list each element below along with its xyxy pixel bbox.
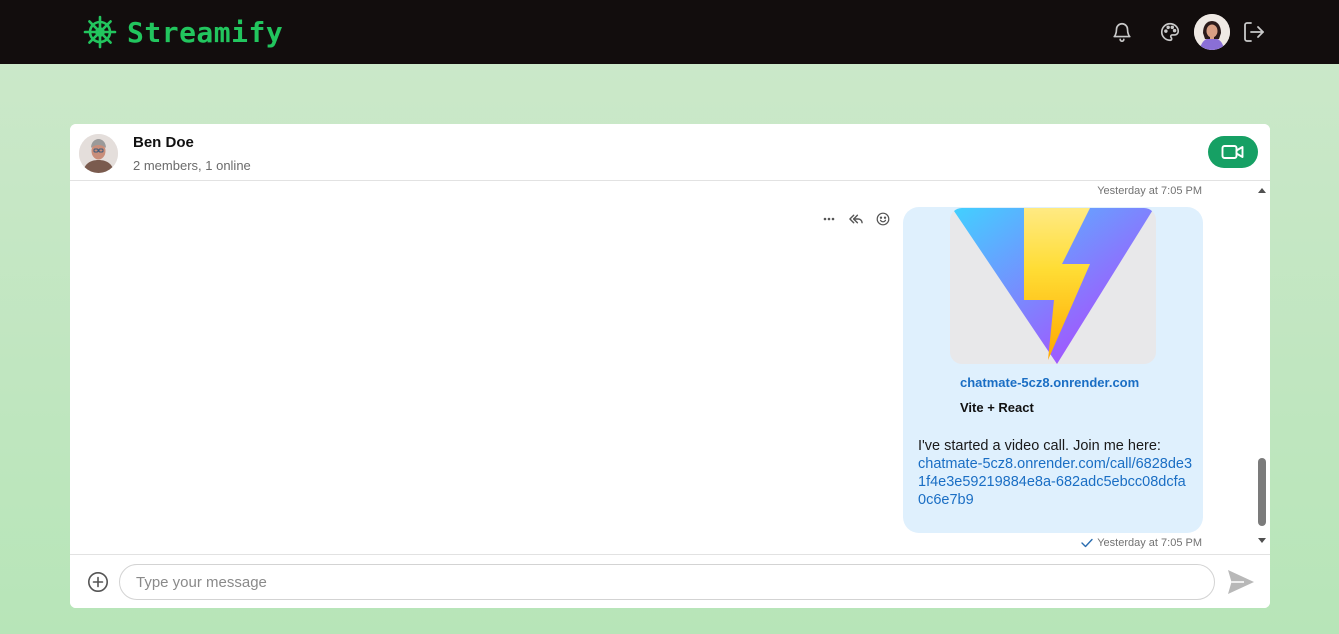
more-horizontal-icon (823, 217, 835, 221)
logout-icon (1244, 22, 1264, 42)
smile-icon (876, 212, 890, 226)
reply-all-icon (849, 214, 863, 224)
channel-name: Ben Doe (133, 134, 194, 151)
message-scrollbar[interactable] (1255, 181, 1269, 554)
scroll-down-arrow-icon[interactable] (1258, 538, 1266, 543)
reply-button[interactable] (849, 212, 863, 226)
user-avatar[interactable] (1194, 14, 1230, 50)
scroll-up-arrow-icon[interactable] (1258, 188, 1266, 193)
palette-icon (1161, 22, 1180, 42)
message-bubble: chatmate-5cz8.onrender.com Vite + React … (903, 207, 1203, 533)
message-timestamp: Yesterday at 7:05 PM (1097, 185, 1202, 197)
link-preview-domain[interactable]: chatmate-5cz8.onrender.com (960, 375, 1139, 390)
logout-button[interactable] (1240, 18, 1268, 46)
message-actions (822, 212, 890, 226)
message-status-row: Yesterday at 7:05 PM (1081, 537, 1202, 549)
link-preview-image[interactable] (950, 208, 1156, 364)
vite-logo-icon (952, 208, 1154, 364)
message-text: I've started a video call. Join me here:… (918, 437, 1193, 509)
message-sent-timestamp: Yesterday at 7:05 PM (1097, 537, 1202, 549)
message-input[interactable] (119, 564, 1215, 600)
channel-header: Ben Doe 2 members, 1 online (70, 124, 1270, 181)
ship-wheel-icon (83, 15, 117, 49)
chat-panel: Ben Doe 2 members, 1 online Yesterday at… (70, 124, 1270, 608)
message-body: I've started a video call. Join me here: (918, 438, 1161, 454)
theme-button[interactable] (1156, 18, 1184, 46)
message-composer (70, 554, 1270, 608)
check-icon (1081, 538, 1093, 548)
reaction-button[interactable] (876, 212, 890, 226)
brand[interactable]: Streamify (83, 15, 283, 49)
video-call-link[interactable]: chatmate-5cz8.onrender.com/call/6828de31… (918, 455, 1193, 509)
notifications-button[interactable] (1108, 18, 1136, 46)
more-options-button[interactable] (822, 212, 836, 226)
bell-icon (1113, 23, 1131, 42)
message-list[interactable]: Yesterday at 7:05 PM chatmate-5cz8.onren… (70, 181, 1270, 554)
user-avatar-image (1194, 14, 1230, 50)
add-attachment-icon[interactable] (87, 571, 109, 593)
video-call-button[interactable] (1208, 136, 1258, 168)
channel-member-status: 2 members, 1 online (133, 158, 251, 173)
channel-avatar (79, 134, 118, 173)
video-camera-icon (1221, 145, 1244, 159)
send-icon[interactable] (1226, 568, 1256, 596)
scroll-thumb[interactable] (1258, 458, 1266, 526)
app-name: Streamify (127, 15, 284, 49)
link-preview-title: Vite + React (960, 400, 1034, 415)
navbar: Streamify (0, 0, 1339, 64)
channel-avatar-image (79, 134, 118, 173)
